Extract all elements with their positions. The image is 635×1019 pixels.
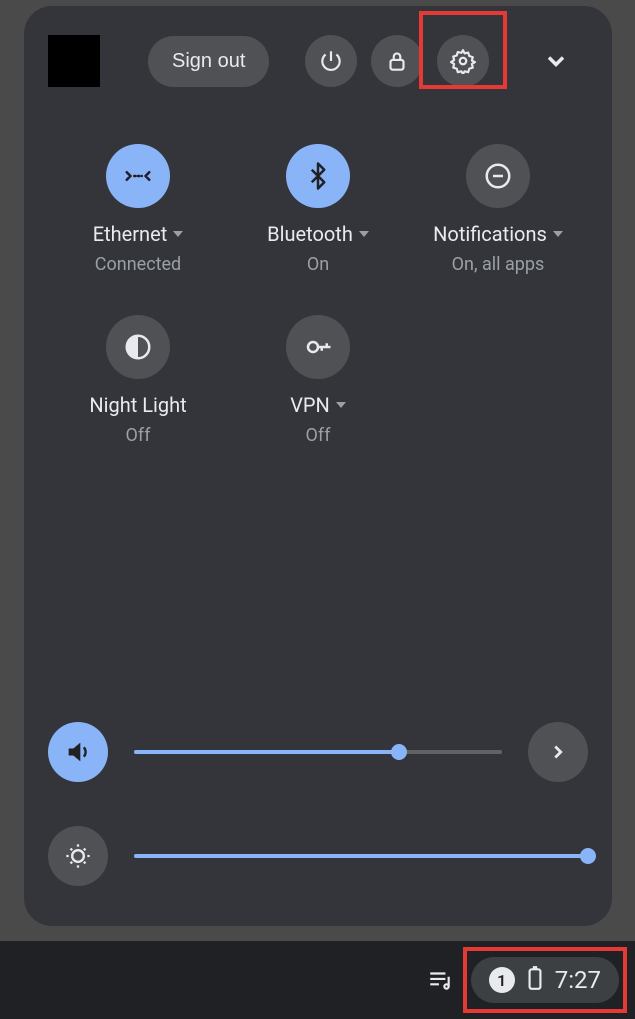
volume-thumb[interactable] <box>391 744 407 760</box>
gear-icon <box>450 48 476 74</box>
tile-label: Ethernet <box>93 222 184 246</box>
music-queue-icon <box>427 967 453 993</box>
brightness-thumb[interactable] <box>580 848 596 864</box>
night-light-icon <box>106 315 170 379</box>
power-button[interactable] <box>305 35 357 87</box>
tile-label: Bluetooth <box>267 222 369 246</box>
media-controls-button[interactable] <box>417 957 463 1003</box>
volume-fill <box>134 750 399 754</box>
user-avatar[interactable] <box>48 35 100 87</box>
brightness-fill <box>134 854 588 858</box>
collapse-button[interactable] <box>524 29 588 93</box>
tile-status: On <box>307 254 329 275</box>
tile-night-light[interactable]: Night Light Off <box>48 315 228 446</box>
battery-icon <box>527 965 543 995</box>
chevron-down-icon <box>542 47 570 75</box>
lock-icon <box>384 48 410 74</box>
shelf: 1 7:27 <box>0 941 635 1019</box>
bluetooth-icon <box>286 144 350 208</box>
tile-vpn[interactable]: VPN Off <box>228 315 408 446</box>
caret-icon <box>173 231 183 237</box>
brightness-icon[interactable] <box>48 826 108 886</box>
tile-ethernet[interactable]: Ethernet Connected <box>48 144 228 275</box>
caret-icon <box>553 231 563 237</box>
sign-out-button[interactable]: Sign out <box>148 36 269 87</box>
quick-toggle-grid: Ethernet Connected Bluetooth On Notifica… <box>48 144 588 446</box>
caret-icon <box>336 402 346 408</box>
lock-button[interactable] <box>371 35 423 87</box>
tile-status: Off <box>126 425 151 446</box>
power-icon <box>318 48 344 74</box>
tile-label: Notifications <box>433 222 563 246</box>
notification-badge: 1 <box>489 967 515 993</box>
slider-section <box>48 722 588 886</box>
vpn-key-icon <box>286 315 350 379</box>
do-not-disturb-icon <box>466 144 530 208</box>
clock: 7:27 <box>555 966 601 994</box>
volume-slider[interactable] <box>134 750 502 754</box>
tile-label: Night Light <box>89 393 186 417</box>
settings-button[interactable] <box>437 35 489 87</box>
brightness-slider[interactable] <box>134 854 588 858</box>
quick-settings-stage: Sign out Ethernet <box>0 0 635 1019</box>
status-tray[interactable]: 1 7:27 <box>471 957 619 1003</box>
tile-status: On, all apps <box>452 254 545 275</box>
audio-settings-button[interactable] <box>528 722 588 782</box>
tile-bluetooth[interactable]: Bluetooth On <box>228 144 408 275</box>
caret-icon <box>359 231 369 237</box>
tile-notifications[interactable]: Notifications On, all apps <box>408 144 588 275</box>
tile-label: VPN <box>290 393 346 417</box>
tile-status: Connected <box>95 254 181 275</box>
volume-icon[interactable] <box>48 722 108 782</box>
tray-highlight <box>463 947 627 1013</box>
panel-header: Sign out <box>48 26 588 96</box>
brightness-row <box>48 826 588 886</box>
quick-settings-panel: Sign out Ethernet <box>24 6 612 926</box>
chevron-right-icon <box>547 741 569 763</box>
tile-status: Off <box>306 425 331 446</box>
volume-row <box>48 722 588 782</box>
ethernet-icon <box>106 144 170 208</box>
